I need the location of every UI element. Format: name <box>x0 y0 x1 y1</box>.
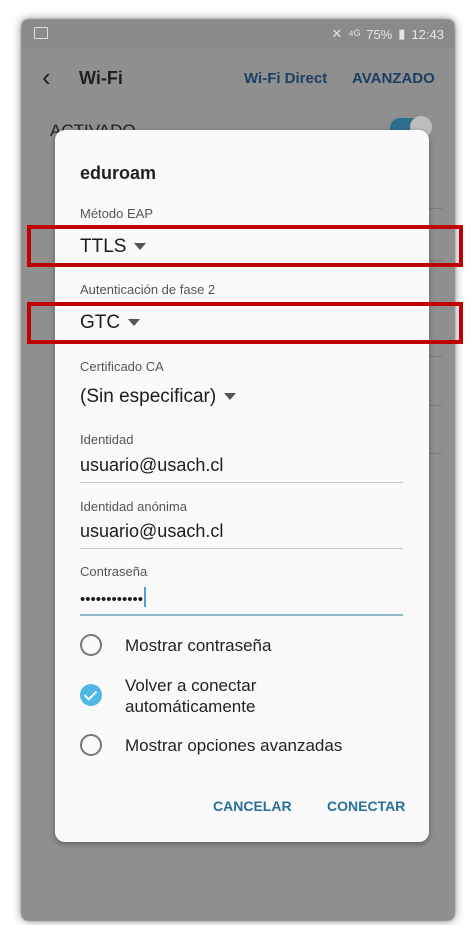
ca-certificate-select[interactable]: (Sin especificar) <box>80 386 237 408</box>
advanced-options-radio[interactable] <box>80 734 102 756</box>
ca-certificate-label: Certificado CA <box>80 359 164 374</box>
ca-certificate-value: (Sin especificar) <box>80 386 217 407</box>
dropdown-arrow-icon <box>224 393 237 401</box>
dialog-title: eduroam <box>80 163 157 183</box>
show-password-radio[interactable] <box>80 634 102 656</box>
reconnect-label[interactable]: Volver a conectar automáticamente <box>125 675 325 717</box>
password-label: Contraseña <box>80 564 148 579</box>
signal-icon: ⁴ᴳ <box>348 26 361 42</box>
text-cursor <box>144 587 147 607</box>
advanced-options-label[interactable]: Mostrar opciones avanzadas <box>125 735 342 756</box>
reconnect-checked-icon[interactable] <box>80 684 102 706</box>
advanced-button[interactable]: AVANZADO <box>352 70 435 87</box>
status-bar: ✕ ⁴ᴳ 75% ▮ 12:43 <box>22 20 454 48</box>
back-arrow-icon[interactable]: ‹ <box>42 64 51 90</box>
highlight-box-phase2 <box>27 302 463 344</box>
battery-percent: 75% <box>366 26 393 42</box>
anonymous-identity-label: Identidad anónima <box>80 499 187 514</box>
status-icons: ✕ ⁴ᴳ 75% ▮ 12:43 <box>331 26 444 42</box>
password-value: •••••••••••• <box>80 591 144 608</box>
password-underline <box>80 614 403 616</box>
identity-label: Identidad <box>80 432 134 447</box>
identity-input[interactable]: usuario@usach.cl <box>80 455 223 476</box>
password-input[interactable]: •••••••••••• <box>80 587 147 608</box>
app-bar: ‹ Wi-Fi Wi-Fi Direct AVANZADO <box>22 48 454 110</box>
phase2-label: Autenticación de fase 2 <box>80 282 216 297</box>
anonymous-identity-underline <box>80 548 403 549</box>
gallery-notification-icon <box>34 27 48 39</box>
mute-icon: ✕ <box>331 26 343 41</box>
cancel-button[interactable]: CANCELAR <box>213 798 292 814</box>
clock: 12:43 <box>411 26 444 42</box>
eap-method-label: Método EAP <box>80 206 153 221</box>
anonymous-identity-input[interactable]: usuario@usach.cl <box>80 521 223 542</box>
identity-underline <box>80 482 403 483</box>
wifi-direct-button[interactable]: Wi-Fi Direct <box>244 70 327 87</box>
battery-icon: ▮ <box>398 26 406 41</box>
connect-button[interactable]: CONECTAR <box>327 798 405 814</box>
page-title: Wi-Fi <box>79 68 123 88</box>
show-password-label[interactable]: Mostrar contraseña <box>125 635 271 656</box>
highlight-box-eap <box>27 225 463 267</box>
